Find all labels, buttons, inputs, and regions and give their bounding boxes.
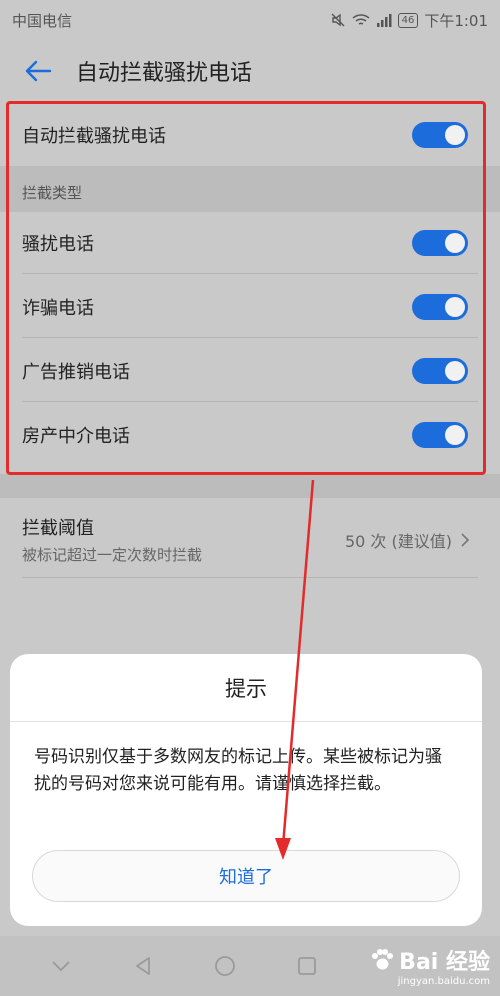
threshold-subtitle: 被标记超过一定次数时拦截: [22, 546, 203, 564]
page-title: 自动拦截骚扰电话: [76, 61, 253, 86]
signal-icon: [376, 14, 392, 27]
mute-icon: [331, 13, 345, 27]
real-estate-toggle[interactable]: [412, 422, 468, 448]
carrier-label: 中国电信: [12, 11, 73, 30]
threshold-value: 50 次 (建议值): [344, 532, 452, 551]
status-icons: 46 下午1:01: [330, 10, 488, 31]
watermark-brand: Bai 经验: [369, 944, 490, 976]
status-bar: 中国电信 46 下午1:01: [0, 0, 500, 40]
triangle-back-icon: [136, 957, 150, 975]
back-button[interactable]: [18, 51, 58, 91]
threshold-value-wrap: 50 次 (建议值): [345, 528, 470, 552]
toggle-knob: [445, 425, 465, 445]
toggle-knob: [445, 296, 465, 317]
nav-home-button[interactable]: [205, 946, 245, 986]
battery-icon: 46: [397, 12, 419, 28]
type-label: 广告推销电话: [22, 361, 130, 383]
type-label: 诈骗电话: [22, 297, 94, 319]
chevron-right-icon: [461, 533, 470, 547]
dialog-title: 提示: [10, 654, 482, 722]
spacer-band: [0, 474, 500, 498]
wifi-icon: [352, 14, 370, 25]
toggle-knob: [445, 125, 465, 145]
tip-dialog: 提示 号码识别仅基于多数网友的标记上传。某些被标记为骚扰的号码对您来说可能有用。…: [10, 654, 482, 926]
type-row-advertising[interactable]: 广告推销电话: [22, 340, 478, 402]
watermark-site: jingyan.baidu.com: [397, 976, 490, 987]
back-arrow-icon: [25, 60, 52, 82]
type-label: 房产中介电话: [22, 426, 130, 447]
type-row-fraud[interactable]: 诈骗电话: [22, 276, 478, 338]
fraud-toggle[interactable]: [412, 293, 468, 320]
auto-block-label: 自动拦截骚扰电话: [22, 126, 166, 147]
header: 自动拦截骚扰电话: [0, 40, 500, 102]
clock: 下午1:01: [424, 11, 488, 30]
auto-block-row[interactable]: 自动拦截骚扰电话: [22, 104, 478, 166]
nav-back-button[interactable]: [123, 946, 163, 986]
toggle-knob: [445, 360, 465, 381]
watermark-brand-text: Bai 经验: [399, 950, 490, 975]
threshold-title: 拦截阈值: [22, 518, 94, 539]
auto-block-toggle[interactable]: [412, 122, 468, 148]
chevron-down-icon: [52, 961, 70, 972]
screen: 中国电信 46 下午1:01 自动拦截骚扰电话 自动拦截骚扰电话 拦截类型 骚扰…: [0, 0, 500, 996]
type-label: 骚扰电话: [22, 233, 94, 255]
circle-home-icon: [215, 956, 235, 976]
harassment-toggle[interactable]: [412, 229, 468, 256]
paw-icon: [372, 949, 394, 970]
section-header: 拦截类型: [22, 184, 83, 202]
advertising-toggle[interactable]: [412, 357, 468, 384]
nav-recents-button[interactable]: [287, 946, 327, 986]
toggle-knob: [445, 232, 465, 253]
dialog-body: 号码识别仅基于多数网友的标记上传。某些被标记为骚扰的号码对您来说可能有用。请谨慎…: [34, 747, 442, 794]
threshold-row[interactable]: 拦截阈值 被标记超过一定次数时拦截 50 次 (建议值): [22, 508, 478, 578]
nav-collapse-button[interactable]: [41, 946, 81, 986]
square-recents-icon: [298, 957, 316, 975]
type-row-harassment[interactable]: 骚扰电话: [22, 212, 478, 274]
ok-button[interactable]: 知道了: [32, 850, 460, 902]
type-row-real-estate[interactable]: 房产中介电话: [22, 404, 478, 466]
watermark: Bai 经验 jingyan.baidu.com: [369, 944, 490, 987]
